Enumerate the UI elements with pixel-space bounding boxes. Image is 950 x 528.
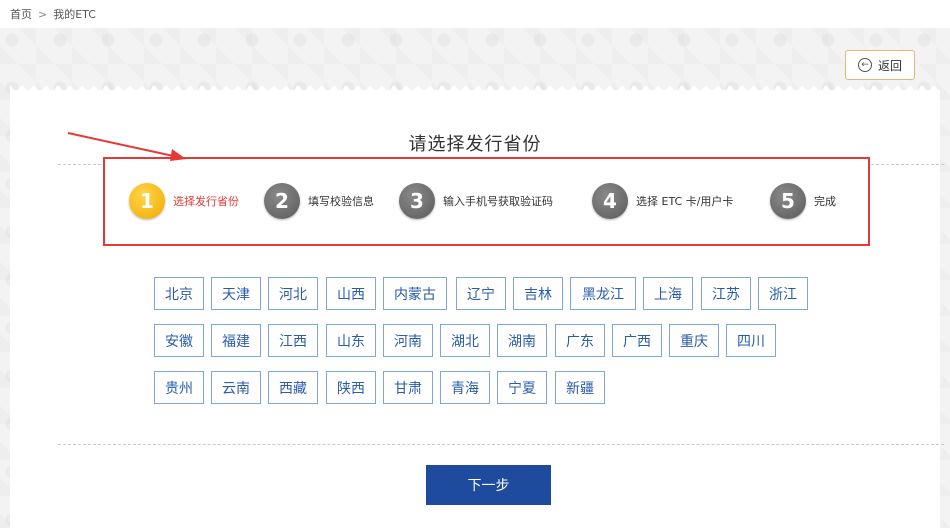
step-number-badge: 3 (399, 183, 435, 219)
province-button[interactable]: 湖北 (440, 324, 490, 357)
step-label: 填写校验信息 (308, 195, 374, 208)
step-label: 完成 (814, 195, 836, 208)
province-button[interactable]: 宁夏 (497, 371, 547, 404)
province-button[interactable]: 北京 (154, 277, 204, 310)
province-button[interactable]: 陕西 (326, 371, 376, 404)
step-label: 选择 ETC 卡/用户卡 (636, 195, 734, 208)
province-button[interactable]: 湖南 (497, 324, 547, 357)
province-button[interactable]: 江苏 (701, 277, 751, 310)
province-button[interactable]: 贵州 (154, 371, 204, 404)
province-button[interactable]: 重庆 (669, 324, 719, 357)
step-5: 5 完成 (770, 183, 836, 219)
breadcrumb-separator: > (38, 7, 48, 21)
province-button[interactable]: 山东 (326, 324, 376, 357)
province-button[interactable]: 吉林 (513, 277, 563, 310)
step-number-badge: 1 (129, 183, 165, 219)
breadcrumb-current: 我的ETC (53, 8, 96, 21)
province-button[interactable]: 广东 (555, 324, 605, 357)
red-arrow-annotation (67, 132, 186, 161)
province-button[interactable]: 广西 (612, 324, 662, 357)
step-number-badge: 5 (770, 183, 806, 219)
province-button[interactable]: 山西 (326, 277, 376, 310)
province-button[interactable]: 江西 (268, 324, 318, 357)
back-arrow-icon: ← (857, 58, 872, 72)
province-button[interactable]: 福建 (211, 324, 261, 357)
province-button[interactable]: 青海 (440, 371, 490, 404)
province-button[interactable]: 西藏 (268, 371, 318, 404)
province-button[interactable]: 辽宁 (456, 277, 506, 310)
back-button[interactable]: ← 返回 (845, 50, 915, 80)
step-4: 4 选择 ETC 卡/用户卡 (592, 183, 733, 219)
step-label: 选择发行省份 (173, 195, 239, 208)
back-button-label: 返回 (877, 58, 902, 73)
province-button[interactable]: 甘肃 (383, 371, 433, 404)
province-button[interactable]: 内蒙古 (383, 277, 447, 310)
step-label: 输入手机号获取验证码 (443, 195, 553, 208)
province-button[interactable]: 新疆 (555, 371, 605, 404)
province-button[interactable]: 上海 (643, 277, 693, 310)
province-button[interactable]: 河北 (268, 277, 318, 310)
province-button[interactable]: 黑龙江 (570, 277, 636, 310)
province-button[interactable]: 云南 (211, 371, 261, 404)
breadcrumb-home[interactable]: 首页 (10, 6, 32, 22)
province-button[interactable]: 浙江 (758, 277, 808, 310)
step-2: 2 填写校验信息 (264, 183, 374, 219)
province-button[interactable]: 安徽 (154, 324, 204, 357)
province-button[interactable]: 河南 (383, 324, 433, 357)
next-step-button[interactable]: 下一步 (426, 465, 551, 505)
divider-bottom (58, 444, 944, 445)
province-button[interactable]: 天津 (211, 277, 261, 310)
step-number-badge: 2 (264, 183, 300, 219)
step-1: 1 选择发行省份 (129, 183, 239, 219)
step-number-badge: 4 (592, 183, 628, 219)
step-3: 3 输入手机号获取验证码 (399, 183, 553, 219)
breadcrumb: 首页 > 我的ETC (10, 6, 96, 22)
province-button[interactable]: 四川 (726, 324, 776, 357)
